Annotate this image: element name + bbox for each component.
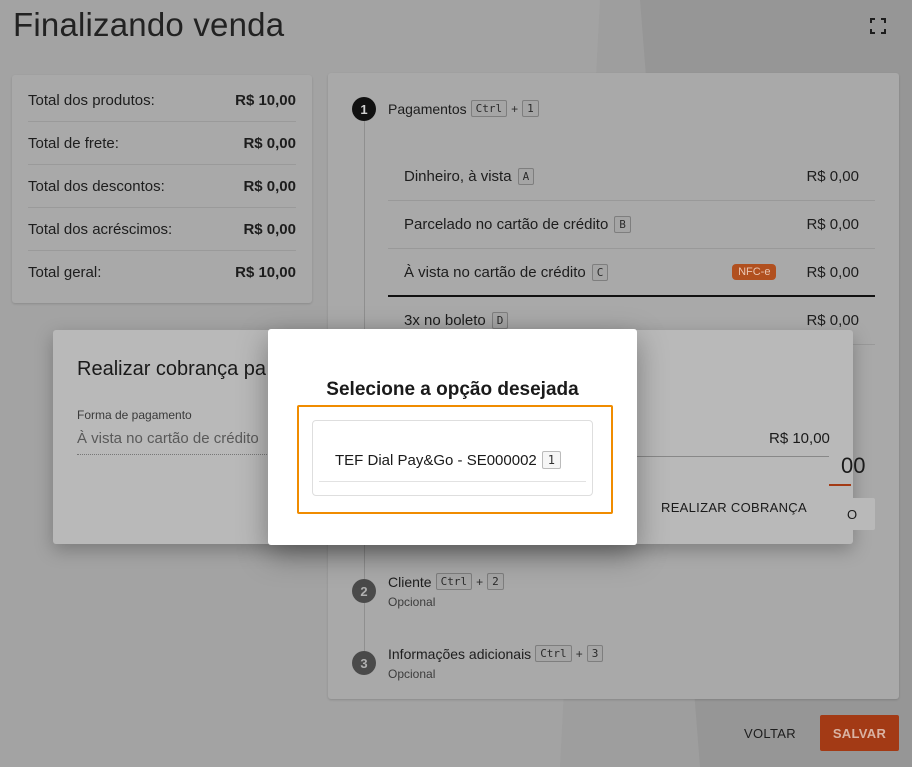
select-option-modal: Selecione a opção desejada TEF Dial Pay&… <box>268 329 637 545</box>
kbd-plus: + <box>511 101 519 116</box>
payment-method-cash[interactable]: Dinheiro, à vista A R$ 0,00 <box>388 153 875 201</box>
kbd-number: 1 <box>522 100 539 117</box>
step-title-text: Informações adicionais <box>388 645 532 662</box>
realizar-cobranca-button[interactable]: REALIZAR COBRANÇA <box>661 500 807 515</box>
summary-row-shipping: Total de frete: R$ 0,00 <box>28 122 296 165</box>
payment-method-label: Parcelado no cartão de crédito <box>404 216 609 233</box>
summary-label: Total dos acréscimos: <box>28 220 173 238</box>
step-2-circle: 2 <box>352 579 376 603</box>
summary-row-total: Total geral: R$ 10,00 <box>28 251 296 294</box>
kbd-number: 1 <box>541 451 561 469</box>
back-button[interactable]: VOLTAR <box>734 716 806 750</box>
step-title-text: Pagamentos <box>388 100 467 117</box>
summary-row-discounts: Total dos descontos: R$ 0,00 <box>28 165 296 208</box>
kbd-plus: + <box>476 574 484 589</box>
summary-row-additions: Total dos acréscimos: R$ 0,00 <box>28 208 296 251</box>
step-3-circle: 3 <box>352 651 376 675</box>
amount-underline <box>637 456 829 457</box>
kbd-letter: A <box>517 168 535 185</box>
summary-label: Total de frete: <box>28 134 119 152</box>
step-2-subtitle: Opcional <box>388 595 436 609</box>
nfce-badge: NFC-e <box>732 264 777 280</box>
kbd-number: 3 <box>586 645 604 662</box>
summary-value: R$ 10,00 <box>235 264 296 281</box>
select-modal-title: Selecione a opção desejada <box>326 379 579 400</box>
summary-label: Total geral: <box>28 264 102 281</box>
save-button[interactable]: SALVAR <box>820 715 899 751</box>
tef-option-card[interactable]: TEF Dial Pay&Go - SE000002 1 <box>312 420 593 496</box>
summary-card: Total dos produtos: R$ 10,00 Total de fr… <box>12 75 312 303</box>
step-connector <box>364 603 365 653</box>
kbd-ctrl: Ctrl <box>470 100 508 117</box>
summary-value: R$ 10,00 <box>235 91 296 109</box>
peek-button[interactable]: O <box>829 498 875 530</box>
payment-form-label: Forma de pagamento <box>77 408 192 422</box>
kbd-ctrl: Ctrl <box>435 573 473 590</box>
summary-label: Total dos descontos: <box>28 177 165 195</box>
payment-method-amount: R$ 0,00 <box>806 216 859 233</box>
summary-label: Total dos produtos: <box>28 91 155 109</box>
tef-option-label: TEF Dial Pay&Go - SE000002 <box>335 451 537 469</box>
payment-method-label: Dinheiro, à vista <box>404 168 512 185</box>
step-3-title[interactable]: Informações adicionais Ctrl + 3 <box>388 645 604 662</box>
kbd-letter: D <box>491 312 509 329</box>
step-1-title[interactable]: Pagamentos Ctrl + 1 <box>388 100 539 117</box>
payment-method-amount: R$ 0,00 <box>806 263 859 281</box>
kbd-ctrl: Ctrl <box>535 645 572 662</box>
step-1-circle: 1 <box>352 97 376 121</box>
peek-value: 00 <box>841 453 866 478</box>
step-title-text: Cliente <box>388 573 432 590</box>
payment-method-amount: R$ 0,00 <box>806 312 859 329</box>
step-3-subtitle: Opcional <box>388 667 436 681</box>
option-divider <box>319 481 586 482</box>
payment-method-label: 3x no boleto <box>404 312 486 329</box>
kbd-letter: B <box>614 216 631 233</box>
summary-value: R$ 0,00 <box>243 220 296 238</box>
fullscreen-icon[interactable] <box>869 17 887 35</box>
tef-option[interactable]: TEF Dial Pay&Go - SE000002 1 <box>335 451 561 469</box>
kbd-plus: + <box>575 646 583 661</box>
summary-value: R$ 0,00 <box>243 134 296 152</box>
summary-row-products: Total dos produtos: R$ 10,00 <box>28 79 296 122</box>
payment-method-amount: R$ 0,00 <box>806 168 859 185</box>
step-2-title[interactable]: Cliente Ctrl + 2 <box>388 573 504 590</box>
payment-method-installment-credit[interactable]: Parcelado no cartão de crédito B R$ 0,00 <box>388 201 875 249</box>
charge-dialog-title: Realizar cobrança pa <box>77 358 266 380</box>
payment-method-credit-cash[interactable]: À vista no cartão de crédito C NFC-e R$ … <box>388 249 875 297</box>
page-title: Finalizando venda <box>13 6 285 43</box>
charge-amount: R$ 10,00 <box>769 430 830 447</box>
peek-underline <box>829 484 851 486</box>
summary-value: R$ 0,00 <box>243 177 296 195</box>
kbd-letter: C <box>591 263 609 281</box>
kbd-number: 2 <box>487 573 504 590</box>
payment-method-label: À vista no cartão de crédito <box>404 263 586 281</box>
